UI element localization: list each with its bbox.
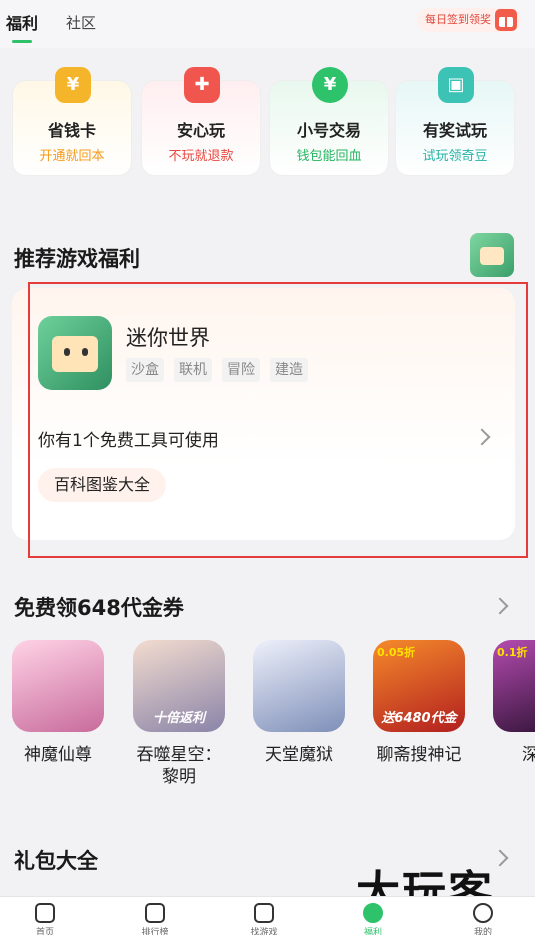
game-name: 聊斋搜神记 — [376, 745, 462, 765]
gamepad-icon — [254, 903, 274, 923]
feature-card-account-trade[interactable]: ¥ 小号交易 钱包能回血 — [269, 67, 389, 176]
gift-box-icon: ▣ — [438, 67, 474, 103]
game-name-line1: 吞噬星空： — [136, 745, 222, 765]
feature-subtitle: 试玩领奇豆 — [422, 149, 488, 164]
game-icon[interactable] — [253, 640, 345, 732]
feature-card-safe-play[interactable]: ✚ 安心玩 不玩就退款 — [141, 67, 261, 176]
list-item[interactable]: 0.05折 送6480代金 聊斋搜神记 — [369, 640, 469, 766]
list-item[interactable]: 0.1折 深渊 — [489, 640, 535, 766]
calendar-gift-icon — [495, 9, 517, 31]
recommend-game-thumbnail[interactable] — [470, 233, 514, 277]
bottom-nav: 首页 排行榜 找游戏 福利 我的 — [0, 896, 535, 935]
game-name-line2: 黎明 — [162, 767, 196, 787]
gifts-section-title: 礼包大全 — [14, 849, 98, 873]
chevron-right-icon[interactable] — [491, 597, 509, 615]
highlight-frame — [28, 282, 528, 558]
feature-title: 有奖试玩 — [422, 121, 487, 140]
list-item[interactable]: 神魔仙尊 — [12, 640, 108, 766]
face-icon — [473, 903, 493, 923]
nav-label: 首页 — [35, 928, 54, 935]
feature-cards: ¥ 省钱卡 开通就回本 ✚ 安心玩 不玩就退款 ¥ 小号交易 钱包能回血 ▣ 有… — [12, 67, 523, 176]
nav-label: 找游戏 — [250, 928, 278, 935]
feature-subtitle: 不玩就退款 — [168, 149, 234, 164]
home-icon — [35, 903, 55, 923]
active-tab-indicator — [12, 40, 32, 43]
nav-item-home[interactable]: 首页 — [15, 903, 75, 935]
feature-card-savings-card[interactable]: ¥ 省钱卡 开通就回本 — [12, 67, 132, 176]
chevron-right-icon[interactable] — [491, 849, 509, 867]
game-name: 天堂魔狱 — [265, 745, 333, 765]
nav-item-rankings[interactable]: 排行榜 — [125, 903, 185, 935]
voucher-section-title: 免费领648代金券 — [14, 596, 184, 620]
game-icon[interactable]: 0.05折 送6480代金 — [373, 640, 465, 732]
voucher-games-list: 神魔仙尊 十倍返利 吞噬星空： 黎明 天堂魔狱 0.05折 送6480代金 聊斋… — [12, 640, 535, 800]
promo-banner: 送6480代金 — [381, 711, 457, 726]
feature-subtitle: 开通就回本 — [39, 149, 105, 164]
daily-checkin-button[interactable]: 每日签到领奖 — [417, 8, 521, 32]
checkin-label: 每日签到领奖 — [425, 13, 491, 26]
feature-title: 安心玩 — [176, 121, 225, 140]
promo-banner: 十倍返利 — [152, 711, 205, 726]
gamepad-shield-icon: ✚ — [184, 67, 220, 103]
leaf-icon — [363, 903, 383, 923]
game-icon[interactable] — [12, 640, 104, 732]
game-name: 神魔仙尊 — [24, 745, 92, 765]
nav-item-profile[interactable]: 我的 — [453, 903, 513, 935]
feature-subtitle: 钱包能回血 — [296, 149, 362, 164]
feature-title: 省钱卡 — [47, 121, 96, 140]
tab-community[interactable]: 社区 — [66, 12, 96, 33]
discount-badge: 0.05折 — [377, 646, 416, 659]
wallet-icon: ¥ — [55, 67, 91, 103]
top-bar: 福利 社区 每日签到领奖 — [0, 0, 535, 48]
list-item[interactable]: 天堂魔狱 — [249, 640, 349, 766]
game-icon[interactable]: 0.1折 — [493, 640, 535, 732]
feature-card-trial-play[interactable]: ▣ 有奖试玩 试玩领奇豆 — [395, 67, 515, 176]
discount-badge: 0.1折 — [497, 646, 528, 659]
feature-title: 小号交易 — [296, 121, 361, 140]
phone-icon — [145, 903, 165, 923]
nav-label: 福利 — [363, 928, 382, 935]
nav-item-welfare[interactable]: 福利 — [343, 903, 403, 935]
nav-label: 排行榜 — [141, 928, 169, 935]
yen-coin-icon: ¥ — [312, 67, 348, 103]
nav-item-find-games[interactable]: 找游戏 — [234, 903, 294, 935]
game-icon[interactable]: 十倍返利 — [133, 640, 225, 732]
nav-label: 我的 — [473, 928, 492, 935]
tab-welfare[interactable]: 福利 — [6, 10, 38, 34]
list-item[interactable]: 十倍返利 吞噬星空： 黎明 — [129, 640, 229, 788]
game-name: 吞噬星空： 黎明 — [129, 744, 229, 788]
game-name: 深渊 — [522, 745, 535, 765]
recommend-section-title: 推荐游戏福利 — [14, 247, 140, 271]
